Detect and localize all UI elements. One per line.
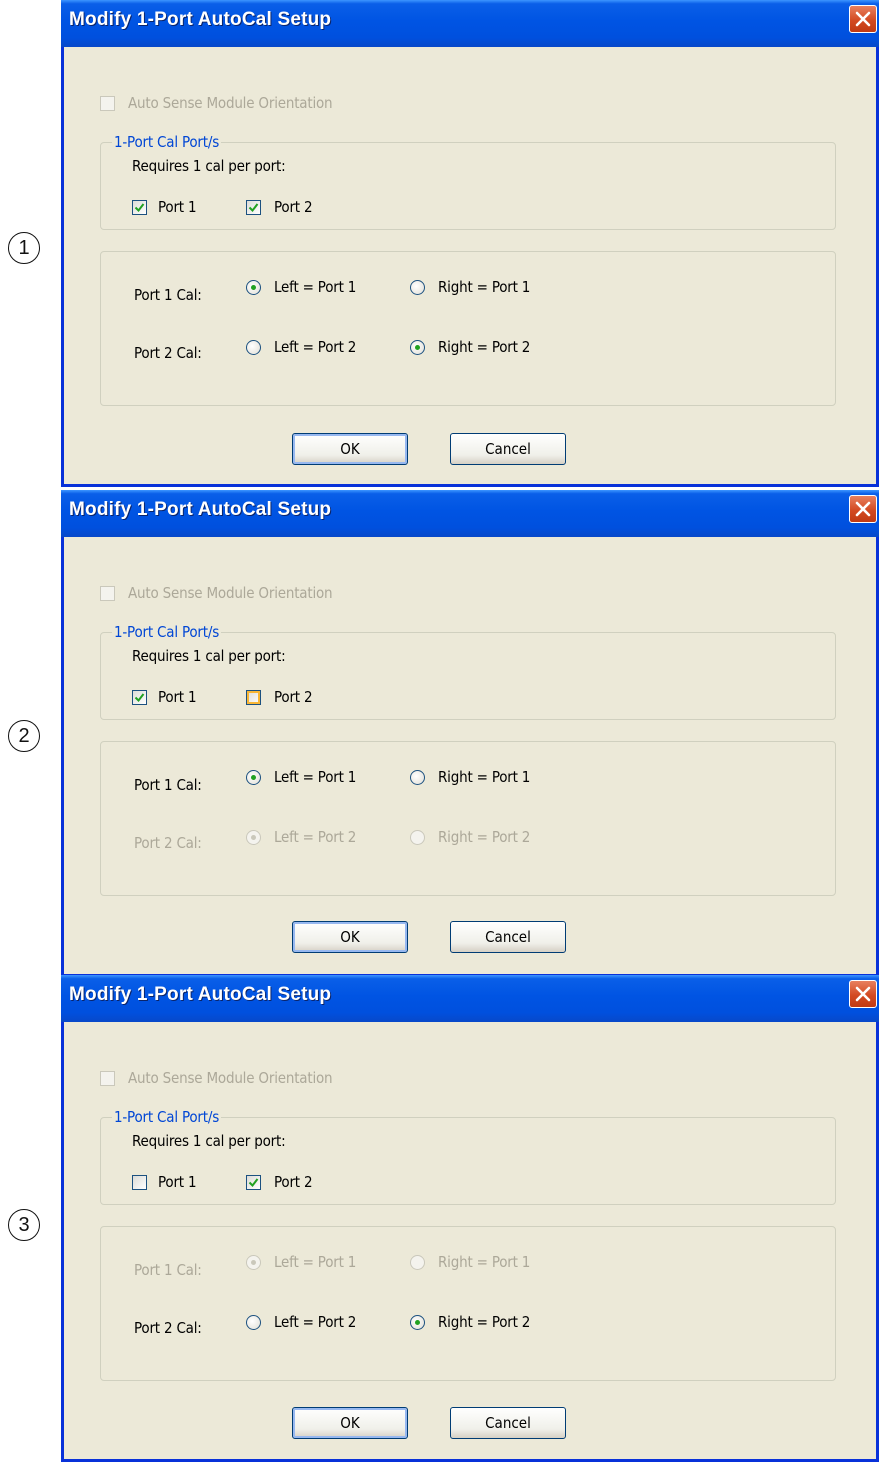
port2-right-label: Right = Port 2: [438, 338, 531, 356]
requires-text: Requires 1 cal per port:: [132, 647, 286, 665]
cancel-button[interactable]: Cancel: [450, 1407, 566, 1439]
auto-sense-label: Auto Sense Module Orientation: [128, 94, 333, 112]
radio-dot-icon: [251, 835, 256, 840]
checkmark-icon: [248, 1178, 259, 1188]
radio-dot-icon: [415, 1320, 420, 1325]
dialog-title: Modify 1-Port AutoCal Setup: [69, 984, 332, 1005]
group-title: 1-Port Cal Port/s: [112, 623, 222, 641]
group-title: 1-Port Cal Port/s: [112, 133, 222, 151]
port-cal-group: [100, 741, 836, 896]
checkmark-icon: [134, 693, 145, 703]
port2-right-radio[interactable]: [410, 830, 425, 845]
port1-right-label: Right = Port 1: [438, 278, 531, 296]
port1-checkbox-label: Port 1: [158, 1173, 197, 1191]
group-title: 1-Port Cal Port/s: [112, 1108, 222, 1126]
auto-sense-checkbox[interactable]: [100, 586, 115, 601]
port2-checkbox[interactable]: [246, 200, 261, 215]
port1-cal-label: Port 1 Cal:: [134, 1261, 202, 1279]
port1-right-radio[interactable]: [410, 280, 425, 295]
port1-left-radio[interactable]: [246, 1255, 261, 1270]
ok-button[interactable]: OK: [292, 921, 408, 953]
port2-checkbox[interactable]: [246, 690, 261, 705]
port2-left-label: Left = Port 2: [274, 828, 357, 846]
port1-right-label: Right = Port 1: [438, 1253, 531, 1271]
close-button[interactable]: [849, 495, 877, 523]
dialog-3: Modify 1-Port AutoCal Setup Auto Sense M…: [61, 975, 879, 1462]
close-x-icon: [855, 501, 871, 517]
port2-left-radio[interactable]: [246, 1315, 261, 1330]
port1-left-radio[interactable]: [246, 280, 261, 295]
auto-sense-label: Auto Sense Module Orientation: [128, 1069, 333, 1087]
auto-sense-checkbox[interactable]: [100, 96, 115, 111]
port1-left-label: Left = Port 1: [274, 768, 357, 786]
port1-right-radio[interactable]: [410, 770, 425, 785]
radio-dot-icon: [251, 1260, 256, 1265]
port1-cal-label: Port 1 Cal:: [134, 776, 202, 794]
checkmark-icon: [134, 203, 145, 213]
close-x-icon: [855, 986, 871, 1002]
port1-cal-label: Port 1 Cal:: [134, 286, 202, 304]
port1-checkbox[interactable]: [132, 690, 147, 705]
radio-dot-icon: [251, 775, 256, 780]
port-select-group: [100, 632, 836, 720]
auto-sense-label: Auto Sense Module Orientation: [128, 584, 333, 602]
port-cal-group: [100, 1226, 836, 1381]
port2-left-radio[interactable]: [246, 340, 261, 355]
port2-checkbox-label: Port 2: [274, 198, 313, 216]
close-button[interactable]: [849, 980, 877, 1008]
requires-text: Requires 1 cal per port:: [132, 157, 286, 175]
port-select-group: [100, 1117, 836, 1205]
radio-dot-icon: [415, 345, 420, 350]
dialog-title: Modify 1-Port AutoCal Setup: [69, 499, 332, 520]
port-cal-group: [100, 251, 836, 406]
port2-left-radio[interactable]: [246, 830, 261, 845]
dialog-1: Modify 1-Port AutoCal Setup Auto Sense M…: [61, 0, 879, 487]
step-marker-1: 1: [8, 232, 40, 264]
port2-right-radio[interactable]: [410, 340, 425, 355]
step-marker-3: 3: [8, 1209, 40, 1241]
port2-cal-label: Port 2 Cal:: [134, 344, 202, 362]
title-bar[interactable]: Modify 1-Port AutoCal Setup: [61, 0, 879, 47]
close-x-icon: [855, 11, 871, 27]
port1-checkbox[interactable]: [132, 1175, 147, 1190]
port1-left-label: Left = Port 1: [274, 278, 357, 296]
port2-checkbox-label: Port 2: [274, 1173, 313, 1191]
dialog-2: Modify 1-Port AutoCal Setup Auto Sense M…: [61, 490, 879, 977]
port2-checkbox[interactable]: [246, 1175, 261, 1190]
auto-sense-checkbox[interactable]: [100, 1071, 115, 1086]
step-marker-2: 2: [8, 720, 40, 752]
port1-left-radio[interactable]: [246, 770, 261, 785]
dialog-title: Modify 1-Port AutoCal Setup: [69, 9, 332, 30]
port2-left-label: Left = Port 2: [274, 1313, 357, 1331]
title-bar[interactable]: Modify 1-Port AutoCal Setup: [61, 975, 879, 1022]
cancel-button[interactable]: Cancel: [450, 921, 566, 953]
port2-right-label: Right = Port 2: [438, 828, 531, 846]
ok-button[interactable]: OK: [292, 1407, 408, 1439]
ok-button[interactable]: OK: [292, 433, 408, 465]
port1-checkbox-label: Port 1: [158, 688, 197, 706]
port2-right-radio[interactable]: [410, 1315, 425, 1330]
port1-checkbox[interactable]: [132, 200, 147, 215]
port-select-group: [100, 142, 836, 230]
port1-right-radio[interactable]: [410, 1255, 425, 1270]
close-button[interactable]: [849, 5, 877, 33]
port1-left-label: Left = Port 1: [274, 1253, 357, 1271]
port2-left-label: Left = Port 2: [274, 338, 357, 356]
port2-cal-label: Port 2 Cal:: [134, 834, 202, 852]
cancel-button[interactable]: Cancel: [450, 433, 566, 465]
port1-checkbox-label: Port 1: [158, 198, 197, 216]
port2-cal-label: Port 2 Cal:: [134, 1319, 202, 1337]
port2-right-label: Right = Port 2: [438, 1313, 531, 1331]
title-bar[interactable]: Modify 1-Port AutoCal Setup: [61, 490, 879, 537]
port2-checkbox-label: Port 2: [274, 688, 313, 706]
requires-text: Requires 1 cal per port:: [132, 1132, 286, 1150]
checkmark-icon: [248, 203, 259, 213]
port1-right-label: Right = Port 1: [438, 768, 531, 786]
radio-dot-icon: [251, 285, 256, 290]
